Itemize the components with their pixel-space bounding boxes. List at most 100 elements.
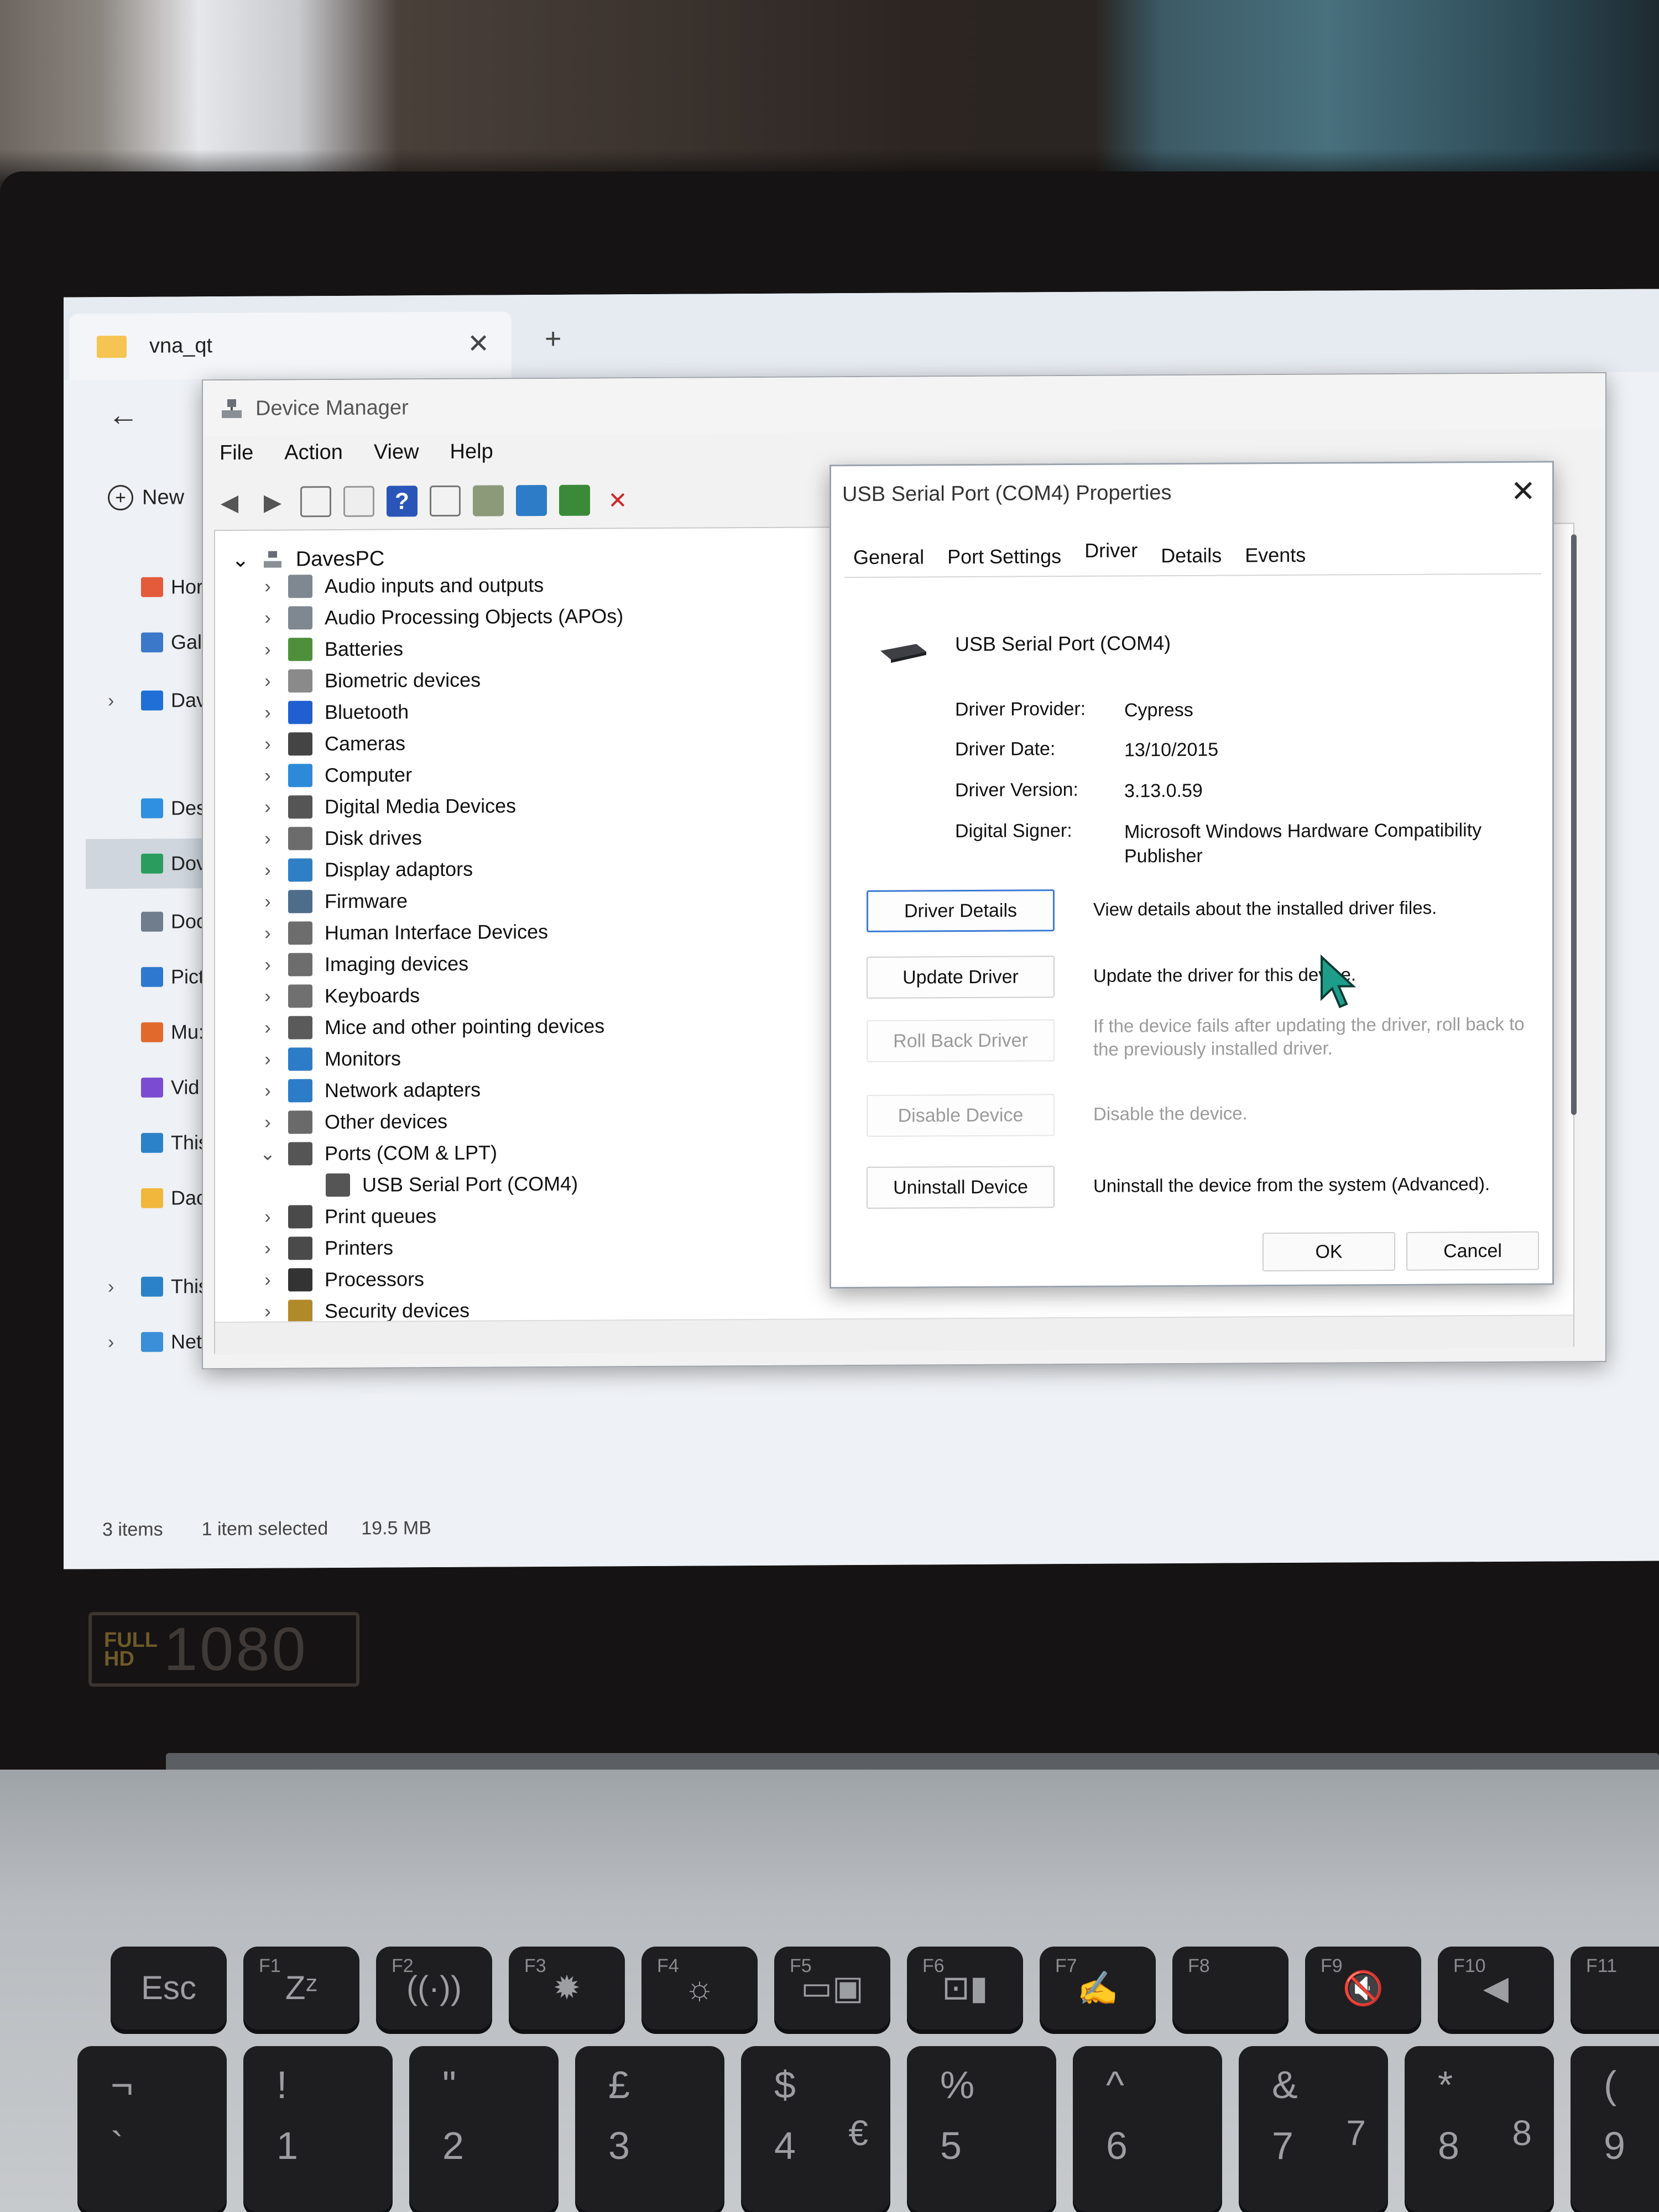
menu-file[interactable]: File	[220, 441, 253, 465]
close-icon[interactable]: ✕	[1511, 474, 1536, 509]
function-key[interactable]: F11	[1571, 1947, 1659, 2030]
chevron-right-icon[interactable]: ›	[259, 922, 276, 944]
update-driver-button[interactable]: Update Driver	[867, 956, 1055, 999]
function-key[interactable]: F9 🔇	[1305, 1947, 1421, 2030]
tab-events[interactable]: Events	[1245, 541, 1306, 570]
tree-category[interactable]: › Batteries	[259, 637, 403, 661]
tree-child-item[interactable]: USB Serial Port (COM4)	[326, 1172, 578, 1197]
function-key[interactable]: F1 Zᶻ	[243, 1947, 359, 2030]
number-key[interactable]: £3	[575, 2046, 724, 2212]
tree-category[interactable]: ⌄ Ports (COM & LPT)	[259, 1141, 497, 1166]
number-key[interactable]: ! 1	[243, 2046, 393, 2212]
uninstall-device-icon[interactable]: ✕	[602, 484, 633, 515]
function-key[interactable]: F4 ☼	[641, 1947, 758, 2030]
tree-category[interactable]: › Keyboards	[259, 984, 420, 1008]
function-key[interactable]: F10 ◀	[1438, 1947, 1554, 2030]
function-key[interactable]: F3 ✹	[509, 1947, 625, 2030]
chevron-right-icon[interactable]: ›	[259, 607, 276, 629]
tab-close-icon[interactable]: ✕	[467, 328, 489, 359]
chevron-right-icon[interactable]: ›	[259, 954, 276, 975]
number-key[interactable]: & 7 7	[1239, 2046, 1388, 2212]
tree-category[interactable]: › Print queues	[259, 1204, 436, 1229]
chevron-down-icon[interactable]: ⌄	[259, 1143, 276, 1165]
cancel-button[interactable]: Cancel	[1406, 1231, 1539, 1271]
tree-category[interactable]: › Disk drives	[259, 826, 422, 851]
tree-category[interactable]: › Display adaptors	[259, 858, 473, 882]
chevron-right-icon[interactable]: ›	[259, 985, 276, 1007]
number-key[interactable]: ¬ `	[77, 2046, 227, 2212]
new-tab-button[interactable]: +	[545, 322, 561, 356]
tab-port-settings[interactable]: Port Settings	[947, 542, 1061, 571]
tree-category[interactable]: › Other devices	[259, 1110, 447, 1134]
uninstall-device-button[interactable]: Uninstall Device	[867, 1166, 1055, 1209]
explorer-tab[interactable]: vna_qt ✕	[69, 311, 512, 380]
tree-category[interactable]: › Monitors	[259, 1047, 401, 1071]
tree-root[interactable]: ⌄ DavesPC	[232, 547, 384, 572]
scan-hardware-icon[interactable]	[516, 484, 547, 517]
function-key[interactable]: F8	[1172, 1947, 1288, 2030]
help-icon[interactable]: ?	[387, 486, 418, 517]
chevron-right-icon[interactable]: ›	[259, 1301, 276, 1322]
tab-general[interactable]: General	[853, 543, 924, 571]
function-key[interactable]: F7 ✍	[1040, 1947, 1156, 2030]
number-key[interactable]: " 2	[409, 2046, 559, 2212]
number-key[interactable]: $4 €	[741, 2046, 890, 2212]
number-key[interactable]: ^ 6	[1073, 2046, 1222, 2212]
chevron-right-icon[interactable]: ›	[108, 1276, 114, 1298]
vertical-scrollbar[interactable]	[1571, 534, 1577, 1115]
tree-category[interactable]: › Digital Media Devices	[259, 794, 516, 819]
tree-category[interactable]: › Imaging devices	[259, 952, 468, 977]
number-key[interactable]: * 8 8	[1405, 2046, 1554, 2212]
driver-details-button[interactable]: Driver Details	[867, 889, 1055, 932]
chevron-down-icon[interactable]: ⌄	[232, 547, 249, 572]
tab-details[interactable]: Details	[1161, 542, 1222, 570]
chevron-right-icon[interactable]: ›	[259, 828, 276, 849]
chevron-right-icon[interactable]: ›	[259, 702, 276, 723]
chevron-right-icon[interactable]: ›	[259, 859, 276, 881]
back-button[interactable]: ←	[108, 397, 139, 432]
tree-category[interactable]: › Computer	[259, 763, 412, 787]
add-driver-icon[interactable]	[559, 484, 590, 516]
function-key[interactable]: Esc	[111, 1947, 227, 2030]
chevron-right-icon[interactable]: ›	[259, 1080, 276, 1102]
new-button[interactable]: + New	[108, 484, 184, 511]
tree-category[interactable]: › Audio inputs and outputs	[259, 573, 544, 598]
chevron-right-icon[interactable]: ›	[259, 733, 276, 755]
chevron-right-icon[interactable]: ›	[259, 1112, 276, 1133]
chevron-right-icon[interactable]: ›	[259, 1206, 276, 1228]
number-key[interactable]: (99	[1571, 2046, 1659, 2212]
update-driver-icon[interactable]	[473, 485, 504, 517]
view-icon[interactable]	[430, 485, 461, 517]
chevron-right-icon[interactable]: ›	[259, 1017, 276, 1039]
function-key[interactable]: F5 ▭▣	[774, 1947, 890, 2030]
tree-category[interactable]: › Cameras	[259, 732, 405, 756]
horizontal-scrollbar[interactable]	[215, 1314, 1573, 1355]
chevron-right-icon[interactable]: ›	[259, 576, 276, 597]
menu-action[interactable]: Action	[284, 441, 343, 465]
chevron-right-icon[interactable]: ›	[259, 1238, 276, 1259]
properties-icon[interactable]	[343, 486, 374, 517]
show-hide-tree-icon[interactable]	[300, 486, 331, 518]
function-key[interactable]: F6 ⊡▮	[907, 1947, 1023, 2030]
forward-arrow-icon[interactable]: ▶	[257, 486, 288, 517]
tree-category[interactable]: › Processors	[259, 1267, 424, 1292]
menu-view[interactable]: View	[374, 440, 419, 464]
chevron-right-icon[interactable]: ›	[259, 639, 276, 660]
chevron-right-icon[interactable]: ›	[108, 690, 114, 712]
chevron-right-icon[interactable]: ›	[259, 1048, 276, 1070]
tree-category[interactable]: › Network adapters	[259, 1078, 481, 1103]
chevron-right-icon[interactable]: ›	[108, 1332, 114, 1353]
chevron-right-icon[interactable]: ›	[259, 891, 276, 912]
tree-category[interactable]: › Bluetooth	[259, 700, 409, 724]
chevron-right-icon[interactable]: ›	[259, 796, 276, 818]
tree-category[interactable]: › Human Interface Devices	[259, 920, 548, 945]
tree-category[interactable]: › Audio Processing Objects (APOs)	[259, 604, 623, 630]
ok-button[interactable]: OK	[1262, 1232, 1395, 1272]
function-key[interactable]: F2 ((·))	[376, 1947, 492, 2030]
tree-category[interactable]: › Printers	[259, 1236, 393, 1260]
tree-category[interactable]: › Biometric devices	[259, 669, 481, 693]
chevron-right-icon[interactable]: ›	[259, 765, 276, 786]
number-key[interactable]: % 5	[907, 2046, 1056, 2212]
tree-category[interactable]: › Firmware	[259, 889, 408, 914]
chevron-right-icon[interactable]: ›	[259, 670, 276, 692]
